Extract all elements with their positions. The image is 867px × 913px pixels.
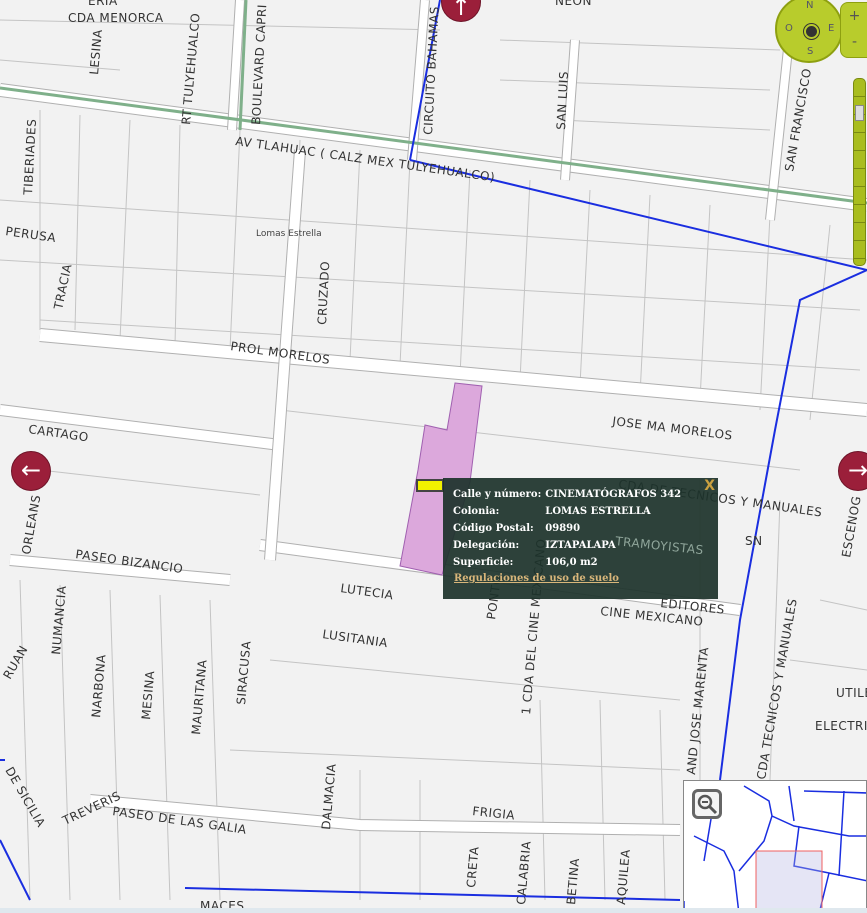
street-label: FRIGIA: [472, 804, 516, 822]
info-value: LOMAS ESTRELLA: [545, 506, 651, 517]
info-key: Colonia:: [453, 506, 500, 517]
street-label: BOULEVARD CAPRI: [249, 4, 269, 125]
parcel-marker-icon[interactable]: [416, 479, 444, 492]
zoom-slider[interactable]: [853, 78, 866, 266]
street-label: MAURITANA: [189, 659, 210, 736]
overview-map[interactable]: [683, 780, 867, 913]
street-label: RT TULYEHUALCO: [179, 12, 203, 125]
pan-west-button[interactable]: O: [785, 23, 793, 34]
info-value: IZTAPALAPA: [545, 540, 616, 551]
pan-left-button[interactable]: ←: [11, 451, 51, 491]
info-key: Superficie:: [453, 557, 514, 568]
street-label: UTILE: [836, 686, 867, 700]
info-row: Calle y número: CINEMATÓGRAFOS 342: [453, 488, 685, 505]
info-key: Código Postal:: [453, 523, 534, 534]
zoom-out-button[interactable]: -: [841, 29, 867, 55]
street-label: ELECTRI: [815, 719, 867, 733]
zoom-in-button[interactable]: +: [841, 3, 867, 29]
info-row: Superficie: 106,0 m2: [453, 556, 685, 573]
street-label: LUSITANIA: [322, 627, 389, 650]
street-label: CRUZADO: [315, 261, 332, 326]
street-label: PERUSA: [5, 224, 58, 245]
parcel-info-table: Calle y número: CINEMATÓGRAFOS 342 Coloni…: [453, 488, 685, 573]
magnifier-minus-icon: [697, 794, 718, 815]
compass-center-icon[interactable]: [804, 24, 819, 39]
street-label: DE SICILIA: [2, 765, 48, 830]
street-label: SIRACUSA: [234, 640, 254, 705]
info-value: 09890: [545, 523, 581, 534]
info-row: Delegación: IZTAPALAPA: [453, 539, 685, 556]
zoom-slider-handle[interactable]: [855, 104, 864, 121]
zoom-buttons: + -: [840, 2, 867, 58]
info-value: CINEMATÓGRAFOS 342: [545, 489, 682, 500]
street-label: TIBERIADES: [21, 118, 39, 196]
street-label: RUAN: [0, 643, 30, 681]
neighborhood-label: Lomas Estrella: [256, 229, 322, 239]
street-label: CRETA: [464, 846, 482, 889]
street-label: MESINA: [139, 670, 157, 721]
street-label: NUMANCIA: [49, 585, 69, 656]
info-key: Calle y número:: [453, 489, 542, 500]
overview-extent-box[interactable]: [755, 850, 823, 913]
info-row: Colonia: LOMAS ESTRELLA: [453, 505, 685, 522]
street-label: ORLEANS: [19, 494, 43, 556]
street-label: CDA TECNICOS Y MANUALES: [754, 597, 800, 780]
street-label: JOSE MA MORELOS: [611, 414, 734, 443]
info-value: 106,0 m2: [545, 557, 598, 568]
street-label: SN: [745, 534, 763, 548]
street-label: AND JOSE MARENTA: [684, 646, 711, 775]
pan-north-button[interactable]: N: [806, 0, 813, 11]
close-popup-button[interactable]: X: [704, 478, 715, 494]
land-use-regulations-link[interactable]: Regulaciones de uso de suelo: [454, 573, 619, 584]
pan-east-button[interactable]: E: [828, 23, 834, 34]
info-key: Delegación:: [453, 540, 520, 551]
map-canvas[interactable]: CDA MENORCA LESINA RT TULYEHUALCO BOULEV…: [0, 0, 867, 913]
status-bar: [0, 908, 867, 913]
street-label: NARBONA: [89, 653, 109, 718]
parcel-info-popup: X Calle y número: CINEMATÓGRAFOS 342 Colo…: [443, 478, 718, 599]
pan-south-button[interactable]: S: [807, 46, 813, 57]
overview-zoom-out-button[interactable]: [692, 789, 722, 819]
info-row: Código Postal: 09890: [453, 522, 685, 539]
street-label: NEON: [555, 0, 592, 8]
street-label: ESCENOG: [839, 495, 864, 559]
street-label: ERIA: [88, 0, 118, 8]
street-label: CDA MENORCA: [68, 11, 164, 25]
street-label: LUTECIA: [340, 581, 395, 602]
street-label: AQUILEA: [614, 848, 633, 905]
street-label: TRACIA: [51, 262, 75, 311]
